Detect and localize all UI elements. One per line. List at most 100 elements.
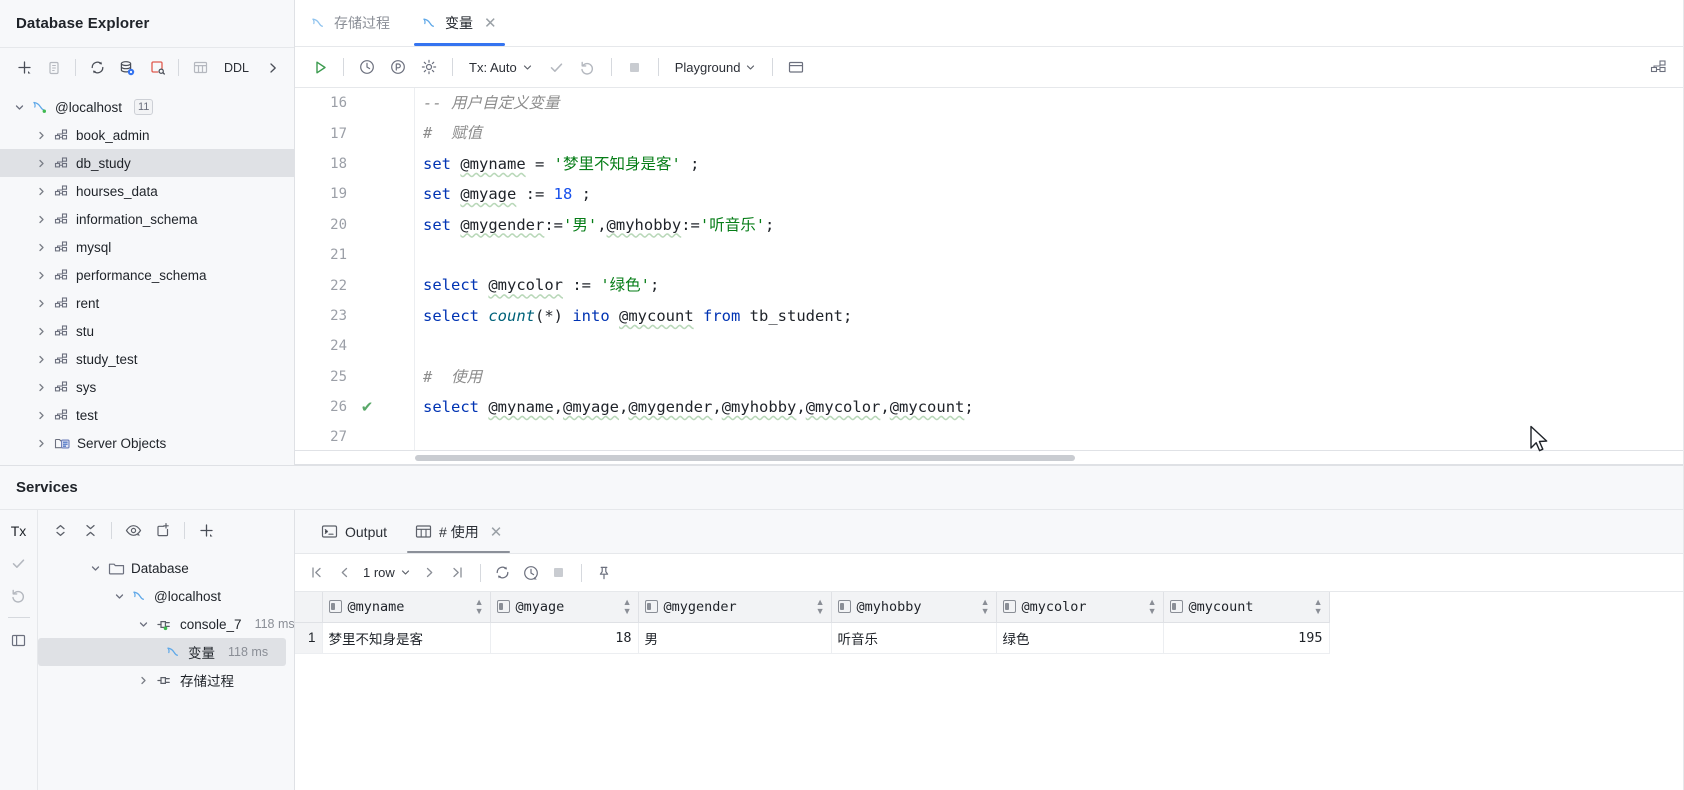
tab-stored-procedure[interactable]: 存储过程 bbox=[295, 0, 406, 46]
tree-node-sys[interactable]: sys bbox=[0, 373, 294, 401]
code-line[interactable]: set @mygender:='男',@myhobby:='听音乐'; bbox=[423, 210, 1684, 240]
close-icon[interactable]: ✕ bbox=[484, 14, 497, 32]
stop-icon[interactable] bbox=[546, 561, 572, 585]
table-cell[interactable]: 绿色 bbox=[996, 622, 1164, 654]
chevron-right-icon[interactable] bbox=[34, 408, 48, 422]
last-page-button[interactable] bbox=[445, 561, 471, 585]
chevron-right-icon[interactable] bbox=[34, 128, 48, 142]
add-icon[interactable] bbox=[10, 55, 38, 81]
chevron-right-icon[interactable] bbox=[34, 352, 48, 366]
column-header-myname[interactable]: @myname ▲ ▼ bbox=[322, 592, 491, 623]
services-node-database[interactable]: Database bbox=[38, 554, 294, 582]
chevron-right-icon[interactable] bbox=[34, 212, 48, 226]
chevron-right-icon[interactable] bbox=[34, 436, 48, 450]
code-line[interactable] bbox=[423, 240, 1684, 270]
collapse-all-icon[interactable] bbox=[76, 517, 104, 543]
column-header-mygender[interactable]: @mygender ▲ ▼ bbox=[638, 592, 832, 623]
chevron-right-icon[interactable] bbox=[34, 156, 48, 170]
column-header-myhobby[interactable]: @myhobby ▲ ▼ bbox=[831, 592, 997, 623]
tree-node-book_admin[interactable]: book_admin bbox=[0, 121, 294, 149]
tree-node-information_schema[interactable]: information_schema bbox=[0, 205, 294, 233]
code-line[interactable]: # 赋值 bbox=[423, 118, 1684, 148]
chevron-right-icon[interactable] bbox=[34, 296, 48, 310]
output-grid-icon[interactable] bbox=[781, 53, 811, 81]
tree-node-test[interactable]: test bbox=[0, 401, 294, 429]
tree-node-hourses_data[interactable]: hourses_data bbox=[0, 177, 294, 205]
code-line[interactable]: # 使用 bbox=[423, 362, 1684, 392]
table-cell[interactable]: 梦里不知身是客 bbox=[322, 622, 491, 654]
sort-icon[interactable]: ▲ ▼ bbox=[475, 597, 484, 616]
result-table[interactable]: @myname ▲ ▼ @myage ▲ ▼ @mygender ▲ ▼ @myhobby ▲ ▼ @m… bbox=[295, 592, 1330, 654]
database-settings-icon[interactable] bbox=[113, 55, 141, 81]
profile-icon[interactable] bbox=[383, 53, 413, 81]
show-hidden-icon[interactable] bbox=[119, 517, 147, 543]
chevron-right-icon[interactable] bbox=[34, 268, 48, 282]
sort-icon[interactable]: ▲ ▼ bbox=[816, 597, 825, 616]
sort-icon[interactable]: ▲ ▼ bbox=[981, 597, 990, 616]
table-cell[interactable]: 男 bbox=[638, 622, 832, 654]
layout-icon[interactable] bbox=[4, 625, 34, 655]
code-line[interactable]: -- 用户自定义变量 bbox=[423, 88, 1684, 118]
code-line[interactable]: select count(*) into @mycount from tb_st… bbox=[423, 301, 1684, 331]
column-header-mycolor[interactable]: @mycolor ▲ ▼ bbox=[996, 592, 1164, 623]
tree-node-db_study[interactable]: db_study bbox=[0, 149, 294, 177]
sort-icon[interactable]: ▲ ▼ bbox=[623, 597, 632, 616]
reload-icon[interactable] bbox=[490, 561, 516, 585]
services-node-console7[interactable]: console_7 118 ms bbox=[38, 610, 294, 638]
code-line[interactable]: select @mycolor := '绿色'; bbox=[423, 270, 1684, 300]
editor-hscrollbar[interactable] bbox=[295, 451, 1684, 465]
tab-output[interactable]: Output bbox=[307, 510, 401, 553]
table-cell[interactable]: 听音乐 bbox=[831, 622, 997, 654]
copy-icon[interactable] bbox=[40, 55, 68, 81]
scrollbar-thumb[interactable] bbox=[415, 455, 1075, 461]
sort-icon[interactable]: ▲ ▼ bbox=[1148, 597, 1157, 616]
services-tree[interactable]: Database @localhost console_7 118 ms 变量 … bbox=[38, 550, 294, 790]
tab-result-grid[interactable]: # 使用 ✕ bbox=[401, 510, 516, 553]
column-header-myage[interactable]: @myage ▲ ▼ bbox=[490, 592, 639, 623]
database-tree[interactable]: @localhost 11 book_admin db_study hourse… bbox=[0, 87, 294, 465]
history-icon[interactable] bbox=[518, 561, 544, 585]
schema-diagram-icon[interactable] bbox=[1644, 53, 1674, 81]
rollback-icon[interactable] bbox=[4, 580, 34, 610]
chevron-down-icon[interactable] bbox=[12, 100, 26, 114]
tree-node-study_test[interactable]: study_test bbox=[0, 345, 294, 373]
code-line[interactable] bbox=[423, 331, 1684, 361]
close-icon[interactable]: ✕ bbox=[490, 523, 503, 541]
chevron-right-icon[interactable] bbox=[136, 673, 150, 687]
gear-icon[interactable] bbox=[414, 53, 444, 81]
previous-page-button[interactable] bbox=[331, 561, 357, 585]
chevron-right-icon[interactable] bbox=[34, 184, 48, 198]
chevron-right-icon[interactable] bbox=[34, 324, 48, 338]
ddl-button[interactable]: DDL bbox=[216, 55, 257, 81]
chevron-down-icon[interactable] bbox=[136, 617, 150, 631]
tree-node-rent[interactable]: rent bbox=[0, 289, 294, 317]
run-button[interactable] bbox=[305, 53, 335, 81]
rollback-icon[interactable] bbox=[573, 53, 603, 81]
code-text[interactable]: -- 用户自定义变量 # 赋值 set @myname = '梦里不知身是客' ; s… bbox=[415, 88, 1684, 451]
tree-node-server-objects[interactable]: Server Objects bbox=[0, 429, 294, 457]
add-icon[interactable] bbox=[192, 517, 220, 543]
code-line[interactable]: set @myage := 18 ; bbox=[423, 179, 1684, 209]
services-node-stored-procedure[interactable]: 存储过程 bbox=[38, 666, 294, 694]
run-marker-success[interactable]: ✔ bbox=[347, 398, 387, 416]
next-page-button[interactable] bbox=[417, 561, 443, 585]
tree-node-stu[interactable]: stu bbox=[0, 317, 294, 345]
table-cell[interactable]: 18 bbox=[490, 622, 639, 654]
schema-selector[interactable]: Playground bbox=[667, 53, 765, 81]
result-grid[interactable]: @myname ▲ ▼ @myage ▲ ▼ @mygender ▲ ▼ @myhobby ▲ ▼ @m… bbox=[295, 592, 1684, 790]
first-page-button[interactable] bbox=[303, 561, 329, 585]
stop-icon[interactable] bbox=[620, 53, 650, 81]
tx-icon[interactable]: Tx bbox=[4, 516, 34, 546]
chevron-right-icon[interactable] bbox=[34, 240, 48, 254]
tab-variables[interactable]: 变量 ✕ bbox=[406, 0, 513, 46]
services-node-variables[interactable]: 变量 118 ms bbox=[38, 638, 286, 666]
query-console-icon[interactable] bbox=[143, 55, 171, 81]
code-editor[interactable]: 16 17 18 19 20 21 22 23 24 25 26 ✔ 27 -- … bbox=[295, 88, 1684, 451]
column-header-mycount[interactable]: @mycount ▲ ▼ bbox=[1163, 592, 1330, 623]
chevron-down-icon[interactable] bbox=[112, 589, 126, 603]
table-icon[interactable] bbox=[186, 55, 214, 81]
table-row[interactable]: 1 梦里不知身是客 18 男听音乐 绿色 195 bbox=[295, 622, 1330, 654]
commit-check-icon[interactable] bbox=[4, 548, 34, 578]
tree-node-mysql[interactable]: mysql bbox=[0, 233, 294, 261]
tree-node-localhost[interactable]: @localhost 11 bbox=[0, 93, 294, 121]
